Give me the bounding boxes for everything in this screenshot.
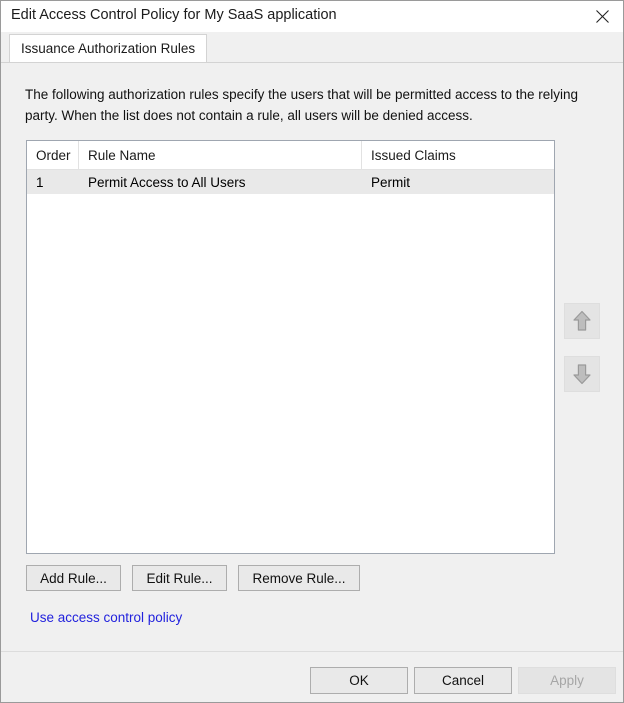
- add-rule-button[interactable]: Add Rule...: [26, 565, 121, 591]
- arrow-down-icon: [572, 363, 592, 385]
- edit-access-control-policy-dialog: Edit Access Control Policy for My SaaS a…: [0, 0, 624, 703]
- move-up-button[interactable]: [564, 303, 600, 339]
- window-title: Edit Access Control Policy for My SaaS a…: [11, 7, 337, 23]
- cell-rule-name: Permit Access to All Users: [88, 174, 246, 190]
- move-down-button[interactable]: [564, 356, 600, 392]
- dialog-footer: OK Cancel Apply: [1, 651, 623, 702]
- cell-issued-claims: Permit: [371, 174, 411, 190]
- tab-panel: The following authorization rules specif…: [1, 62, 623, 650]
- table-row[interactable]: 1 Permit Access to All Users Permit: [27, 170, 554, 194]
- remove-rule-button[interactable]: Remove Rule...: [238, 565, 360, 591]
- close-x-icon: [595, 10, 609, 23]
- close-button[interactable]: [579, 1, 623, 32]
- ok-button[interactable]: OK: [310, 667, 408, 694]
- column-header-issued-claims[interactable]: Issued Claims: [362, 141, 554, 169]
- description-text: The following authorization rules specif…: [25, 87, 579, 123]
- tab-issuance-authorization-rules[interactable]: Issuance Authorization Rules: [9, 34, 208, 62]
- arrow-up-icon: [572, 310, 592, 332]
- column-header-rule-name[interactable]: Rule Name: [79, 141, 362, 169]
- rules-list[interactable]: Order Rule Name Issued Claims 1 Permit A…: [26, 140, 555, 554]
- cell-order: 1: [36, 174, 44, 190]
- edit-rule-button[interactable]: Edit Rule...: [132, 565, 227, 591]
- apply-button[interactable]: Apply: [518, 667, 616, 694]
- use-access-control-policy-link[interactable]: Use access control policy: [30, 610, 182, 625]
- tab-strip: Issuance Authorization Rules: [1, 32, 623, 62]
- cancel-button[interactable]: Cancel: [414, 667, 512, 694]
- title-bar: Edit Access Control Policy for My SaaS a…: [1, 1, 623, 33]
- tab-label: Issuance Authorization Rules: [21, 41, 196, 56]
- column-header-order[interactable]: Order: [27, 141, 79, 169]
- list-header-row: Order Rule Name Issued Claims: [27, 141, 554, 170]
